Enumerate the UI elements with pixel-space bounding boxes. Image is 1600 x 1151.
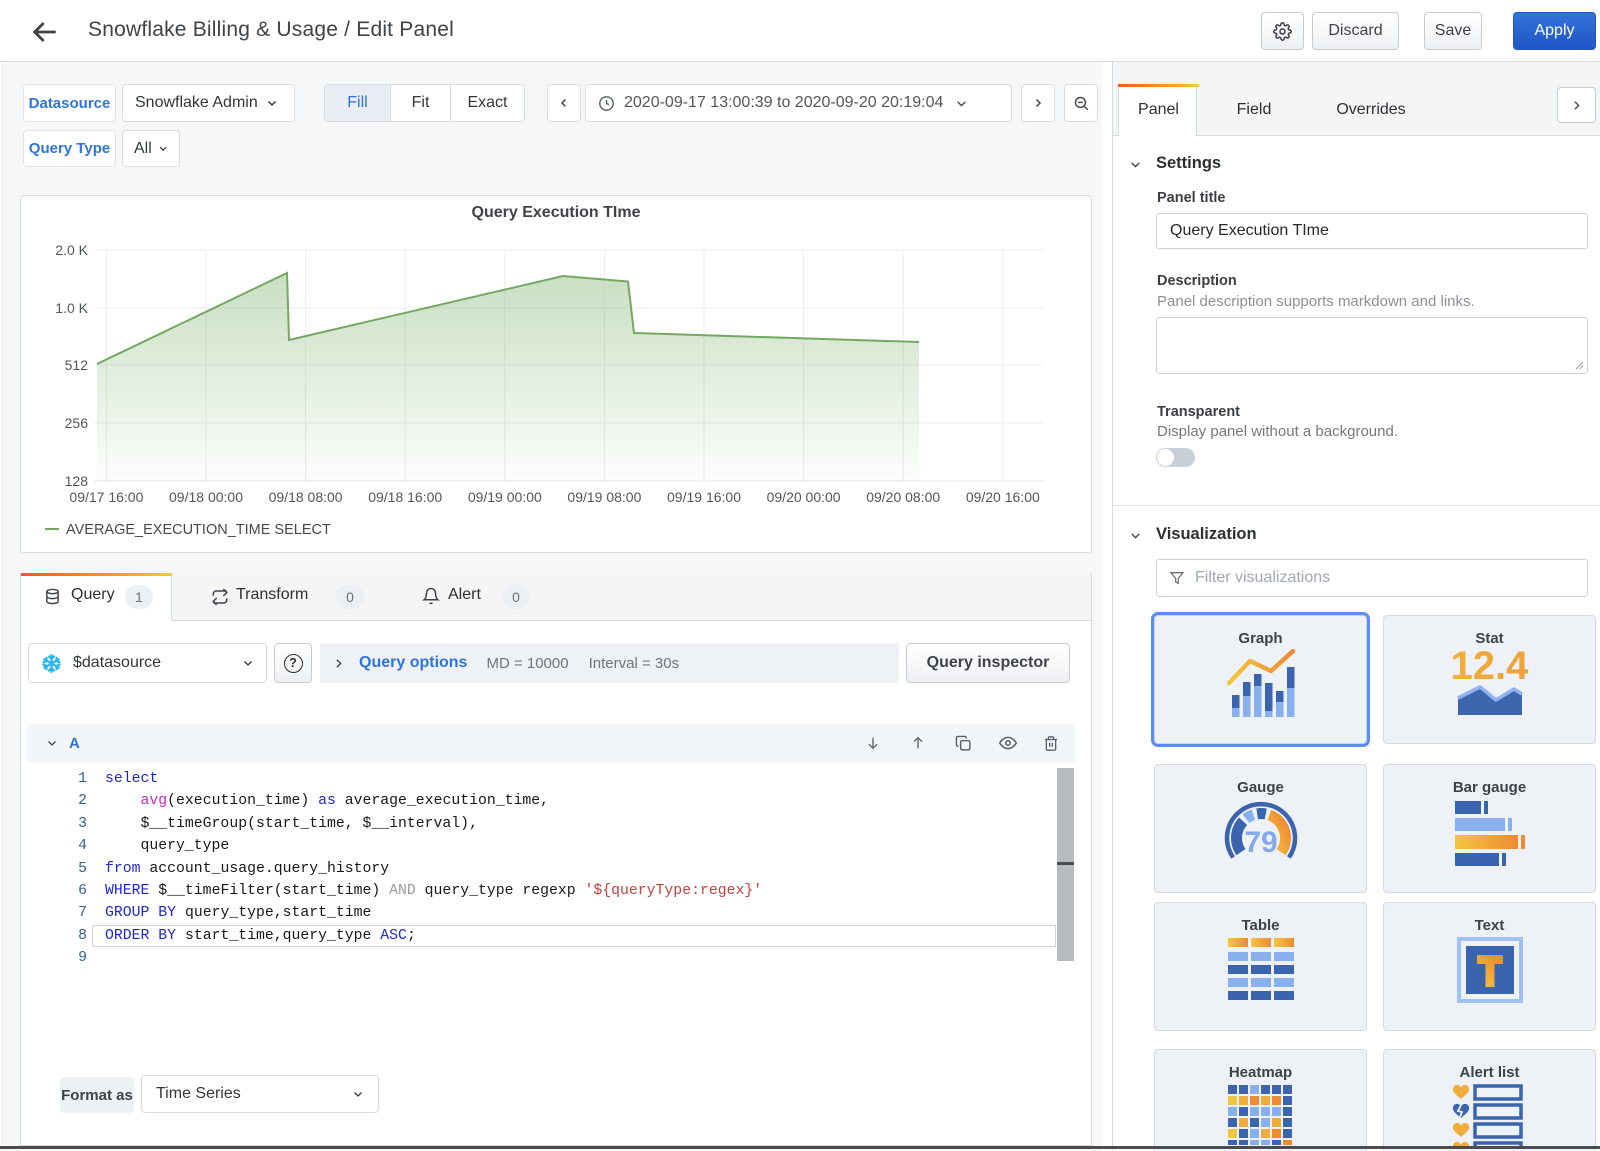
svg-text:AVERAGE_EXECUTION_TIME SELECT: AVERAGE_EXECUTION_TIME SELECT (66, 522, 331, 538)
svg-text:09/18 08:00: 09/18 08:00 (269, 489, 343, 505)
svg-text:09/18 16:00: 09/18 16:00 (368, 489, 442, 505)
svg-text:2.0 K: 2.0 K (55, 242, 88, 258)
svg-text:79: 79 (1244, 826, 1277, 859)
svg-text:256: 256 (65, 415, 89, 431)
svg-text:09/20 08:00: 09/20 08:00 (866, 489, 940, 505)
svg-text:128: 128 (65, 473, 89, 489)
svg-text:09/19 16:00: 09/19 16:00 (667, 489, 741, 505)
svg-text:09/20 00:00: 09/20 00:00 (767, 489, 841, 505)
svg-text:09/20 16:00: 09/20 16:00 (966, 489, 1040, 505)
svg-text:09/19 08:00: 09/19 08:00 (567, 489, 641, 505)
svg-text:512: 512 (65, 357, 89, 373)
svg-text:1.0 K: 1.0 K (55, 300, 88, 316)
svg-text:09/18 00:00: 09/18 00:00 (169, 489, 243, 505)
svg-text:09/17 16:00: 09/17 16:00 (69, 489, 143, 505)
svg-text:09/19 00:00: 09/19 00:00 (468, 489, 542, 505)
